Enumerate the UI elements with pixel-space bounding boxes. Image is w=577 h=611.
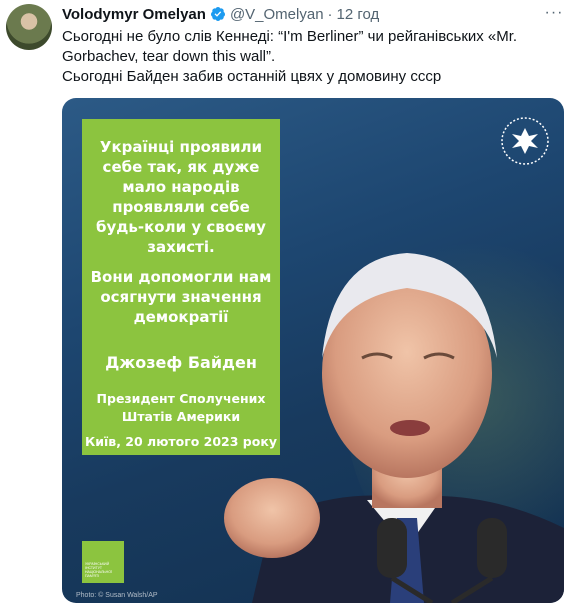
more-icon[interactable]: ··· bbox=[543, 2, 565, 24]
quote-text: Українці проявили себе так, як дуже мало… bbox=[96, 138, 266, 256]
tweet-text-line2: Сьогодні Байден забив останній цвях у до… bbox=[62, 68, 442, 85]
tweet-timestamp[interactable]: 12 год bbox=[337, 6, 380, 23]
verified-badge-icon bbox=[210, 7, 225, 21]
institute-logo: УКРАЇНСЬКИЙ ІНСТИТУТ НАЦІОНАЛЬНОЇ ПАМ'ЯТ… bbox=[82, 541, 124, 583]
quote-text-continued: Вони допомогли нам осягнути значення дем… bbox=[90, 268, 272, 326]
author-avatar[interactable] bbox=[6, 4, 52, 50]
photo-credit: Photo: © Susan Walsh/AP bbox=[76, 592, 158, 599]
quote-place-date: Київ, 20 лютого 2023 року bbox=[85, 434, 277, 449]
institute-logo-text: УКРАЇНСЬКИЙ ІНСТИТУТ НАЦІОНАЛЬНОЇ ПАМ'ЯТ… bbox=[85, 562, 112, 578]
tweet-text: Сьогодні не було слів Кеннеді: “I'm Berl… bbox=[62, 27, 562, 87]
tweet-media-image[interactable]: Українці проявили себе так, як дуже мало… bbox=[62, 98, 564, 603]
quote-author-role: Президент Сполучених Штатів Америки bbox=[96, 391, 266, 424]
quote-card: Українці проявили себе так, як дуже мало… bbox=[82, 119, 280, 455]
quote-author: Джозеф Байден bbox=[105, 353, 257, 372]
presidential-seal-icon bbox=[501, 117, 549, 165]
tweet-text-line1: Сьогодні не було слів Кеннеді: “I'm Berl… bbox=[62, 28, 518, 65]
separator-dot: · bbox=[327, 5, 333, 23]
tweet-header: Volodymyr Omelyan @V_Omelyan · 12 год bbox=[62, 4, 379, 24]
author-name[interactable]: Volodymyr Omelyan bbox=[62, 6, 206, 23]
author-handle[interactable]: @V_Omelyan bbox=[230, 6, 324, 23]
